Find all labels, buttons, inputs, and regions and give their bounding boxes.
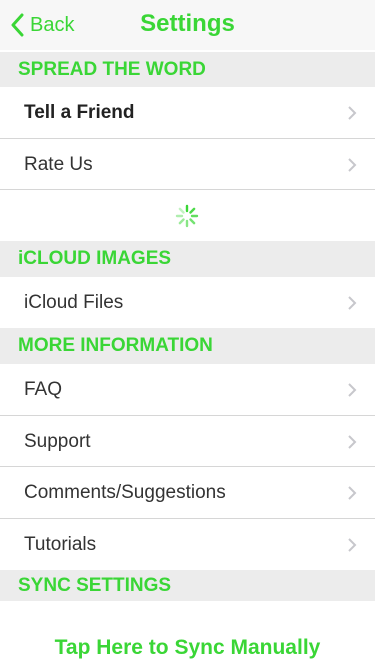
row-label: iCloud Files (24, 291, 124, 313)
sync-manually-button[interactable]: Tap Here to Sync Manually (0, 636, 375, 660)
spinner-icon (175, 204, 199, 233)
row-rate-us[interactable]: Rate Us (0, 139, 375, 190)
chevron-right-icon (347, 105, 357, 126)
row-tutorials[interactable]: Tutorials (0, 519, 375, 570)
chevron-right-icon (347, 157, 357, 178)
row-label: Comments/Suggestions (24, 481, 226, 503)
section-header-more-information: MORE INFORMATION (0, 328, 375, 364)
page-title: Settings (140, 10, 235, 37)
chevron-right-icon (347, 382, 357, 403)
chevron-right-icon (347, 295, 357, 316)
row-label: Rate Us (24, 153, 93, 175)
row-label: Tell a Friend (24, 101, 135, 123)
row-faq[interactable]: FAQ (0, 364, 375, 415)
row-label: Support (24, 430, 91, 452)
chevron-right-icon (347, 485, 357, 506)
row-label: FAQ (24, 378, 63, 400)
row-comments-suggestions[interactable]: Comments/Suggestions (0, 467, 375, 518)
row-label: Tutorials (24, 533, 97, 555)
row-icloud-files[interactable]: iCloud Files (0, 277, 375, 328)
section-header-spread: SPREAD THE WORD (0, 52, 375, 87)
row-tell-a-friend[interactable]: Tell a Friend (0, 87, 375, 138)
chevron-right-icon (347, 537, 357, 558)
section-header-icloud: iCLOUD IMAGES (0, 241, 375, 277)
section-header-sync-settings: SYNC SETTINGS (0, 570, 375, 601)
chevron-right-icon (347, 434, 357, 455)
row-support[interactable]: Support (0, 416, 375, 467)
navigation-bar: Back Settings (0, 0, 375, 50)
